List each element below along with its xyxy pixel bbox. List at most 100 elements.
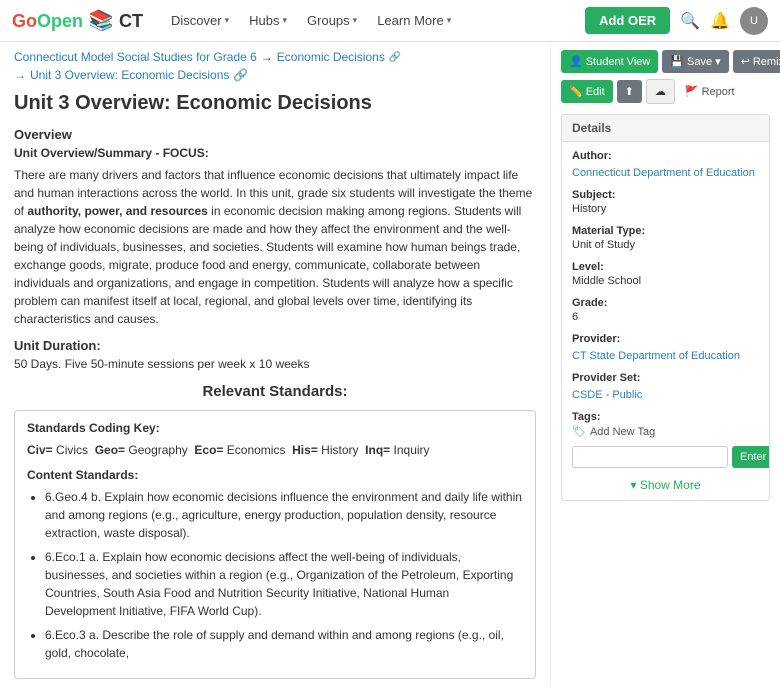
- nav-groups[interactable]: Groups ▾: [299, 9, 365, 32]
- his-abbr: His=: [292, 443, 318, 457]
- level-value: Middle School: [572, 275, 759, 287]
- report-label: Report: [702, 86, 735, 98]
- cloud-icon: ☁: [655, 85, 666, 98]
- header: GoOpen 📚 CT Discover ▾ Hubs ▾ Groups ▾ L…: [0, 0, 780, 42]
- summary-bold: authority, power, and resources: [27, 204, 208, 218]
- chevron-down-icon: ▾: [447, 15, 452, 26]
- external-link-icon: 🔗: [389, 52, 401, 63]
- sub-arrow: →: [14, 68, 26, 82]
- remix-icon: ↩: [741, 55, 750, 68]
- add-tag-row: 🏷 Add New Tag: [572, 425, 759, 438]
- details-body: Author: Connecticut Department of Educat…: [562, 142, 769, 500]
- material-type-item: Material Type: Unit of Study: [572, 225, 759, 251]
- breadcrumb-arrow: →: [261, 50, 273, 64]
- right-sidebar: 👤 Student View 💾 Save ▾ ↩ Remix ▾ ✏️ Edi…: [550, 42, 780, 687]
- remix-label: Remix: [753, 56, 780, 68]
- nav-discover-label: Discover: [171, 13, 222, 28]
- material-type-label: Material Type:: [572, 225, 759, 237]
- coding-key-text: Civ= Civics Geo= Geography Eco= Economic…: [27, 441, 523, 460]
- cloud-button[interactable]: ☁: [646, 79, 675, 104]
- breadcrumb-sub: → Unit 3 Overview: Economic Decisions 🔗: [14, 68, 536, 82]
- summary-text-2: in economic decision making among region…: [14, 204, 521, 326]
- flag-icon: 🚩: [685, 85, 699, 98]
- page-title: Unit 3 Overview: Economic Decisions: [14, 92, 536, 115]
- upload-icon: ⬆: [625, 85, 634, 98]
- save-button[interactable]: 💾 Save ▾: [662, 50, 728, 73]
- tag-icon: 🏷: [572, 425, 586, 438]
- report-button[interactable]: 🚩 Report: [679, 80, 741, 103]
- logo-open: Open: [37, 11, 83, 31]
- provider-set-label: Provider Set:: [572, 372, 759, 384]
- nav-discover[interactable]: Discover ▾: [163, 9, 237, 32]
- list-item: 6.Eco.3 a. Describe the role of supply a…: [45, 626, 523, 662]
- edit-icon: ✏️: [569, 85, 583, 98]
- duration-text: 50 Days. Five 50-minute sessions per wee…: [14, 357, 536, 371]
- action-buttons-bottom: ✏️ Edit ⬆ ☁ 🚩 Report: [561, 79, 770, 104]
- grade-item: Grade: 6: [572, 297, 759, 323]
- logo[interactable]: GoOpen 📚 CT: [12, 8, 143, 33]
- logo-ct: CT: [119, 11, 143, 31]
- edit-label: Edit: [586, 86, 605, 98]
- level-label: Level:: [572, 261, 759, 273]
- breadcrumb-sub-link[interactable]: Unit 3 Overview: Economic Decisions: [30, 68, 229, 82]
- upload-button[interactable]: ⬆: [617, 80, 642, 103]
- nav-hubs[interactable]: Hubs ▾: [241, 9, 295, 32]
- main-container: Connecticut Model Social Studies for Gra…: [0, 42, 780, 687]
- author-link[interactable]: Connecticut Department of Education: [572, 167, 755, 179]
- student-icon: 👤: [569, 55, 583, 68]
- nav-learn-more-label: Learn More: [377, 13, 443, 28]
- tags-item: Tags: 🏷 Add New Tag Enter: [572, 411, 759, 468]
- tag-input[interactable]: [572, 446, 728, 468]
- provider-link[interactable]: CT State Department of Education: [572, 350, 740, 362]
- inq-abbr: Inq=: [365, 443, 390, 457]
- author-item: Author: Connecticut Department of Educat…: [572, 150, 759, 179]
- level-item: Level: Middle School: [572, 261, 759, 287]
- summary-label: Unit Overview/Summary - FOCUS:: [14, 146, 536, 160]
- civ-abbr: Civ=: [27, 443, 53, 457]
- subject-label: Subject:: [572, 189, 759, 201]
- left-content: Connecticut Model Social Studies for Gra…: [0, 42, 550, 687]
- geo-abbr: Geo=: [95, 443, 125, 457]
- material-type-value: Unit of Study: [572, 239, 759, 251]
- remix-button[interactable]: ↩ Remix ▾: [733, 50, 780, 73]
- standards-list: 6.Geo.4 b. Explain how economic decision…: [27, 488, 523, 662]
- avatar[interactable]: U: [740, 7, 768, 35]
- list-item: 6.Eco.1 a. Explain how economic decision…: [45, 548, 523, 620]
- provider-set-item: Provider Set: CSDE - Public: [572, 372, 759, 401]
- notification-icon[interactable]: 🔔: [710, 11, 730, 31]
- tags-label: Tags:: [572, 411, 759, 423]
- add-tag-label[interactable]: Add New Tag: [590, 426, 655, 438]
- nav-links: Discover ▾ Hubs ▾ Groups ▾ Learn More ▾: [163, 9, 585, 32]
- eco-abbr: Eco=: [194, 443, 223, 457]
- student-view-label: Student View: [586, 56, 651, 68]
- standards-box: Standards Coding Key: Civ= Civics Geo= G…: [14, 410, 536, 679]
- breadcrumb-current[interactable]: Economic Decisions: [277, 50, 385, 64]
- save-label: Save: [687, 56, 712, 68]
- grade-label: Grade:: [572, 297, 759, 309]
- show-more-label: Show More: [640, 478, 701, 492]
- duration-label: Unit Duration:: [14, 338, 536, 353]
- student-view-button[interactable]: 👤 Student View: [561, 50, 658, 73]
- tag-enter-button[interactable]: Enter: [732, 446, 770, 468]
- author-label: Author:: [572, 150, 759, 162]
- nav-learn-more[interactable]: Learn More ▾: [369, 9, 459, 32]
- add-oer-button[interactable]: Add OER: [585, 7, 670, 34]
- logo-go: Go: [12, 11, 37, 31]
- provider-item: Provider: CT State Department of Educati…: [572, 333, 759, 362]
- list-item: 6.Geo.4 b. Explain how economic decision…: [45, 488, 523, 542]
- grade-value: 6: [572, 311, 759, 323]
- header-icons: 🔍 🔔 U: [680, 7, 768, 35]
- save-icon: 💾: [670, 55, 684, 68]
- chevron-down-icon: ▾: [225, 15, 230, 26]
- search-icon[interactable]: 🔍: [680, 11, 700, 31]
- subject-item: Subject: History: [572, 189, 759, 215]
- standards-title: Relevant Standards:: [14, 383, 536, 400]
- summary-text: There are many drivers and factors that …: [14, 166, 536, 328]
- edit-button[interactable]: ✏️ Edit: [561, 80, 613, 103]
- provider-set-link[interactable]: CSDE - Public: [572, 389, 642, 401]
- chevron-down-icon: ▾: [283, 15, 288, 26]
- breadcrumb-parent[interactable]: Connecticut Model Social Studies for Gra…: [14, 50, 257, 64]
- action-buttons-top: 👤 Student View 💾 Save ▾ ↩ Remix ▾: [561, 50, 770, 73]
- show-more-button[interactable]: ▾ Show More: [572, 478, 759, 492]
- nav-groups-label: Groups: [307, 13, 350, 28]
